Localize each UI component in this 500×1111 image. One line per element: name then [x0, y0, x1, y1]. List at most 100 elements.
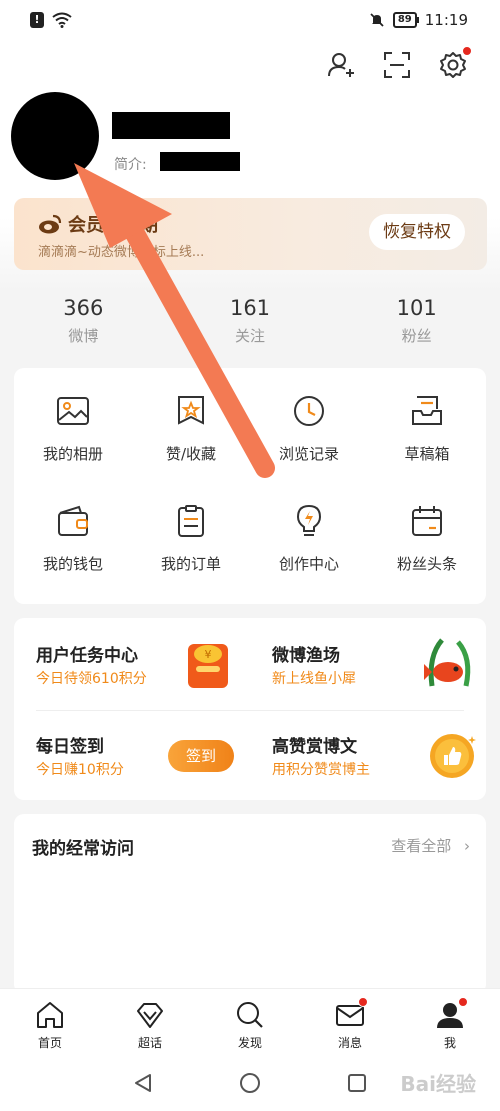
view-all-link[interactable]: 查看全部 ›	[391, 835, 470, 856]
messages-badge	[358, 997, 368, 1007]
nav-home[interactable]: 首页	[0, 989, 100, 1054]
wallet-icon	[58, 505, 88, 536]
task-subtitle: 新上线鱼小犀	[272, 671, 356, 687]
frequent-visits-title: 我的经常访问	[32, 839, 134, 859]
nav-label: 发现	[237, 1036, 262, 1050]
scan-button[interactable]	[382, 50, 412, 80]
view-all-label: 查看全部	[391, 837, 452, 855]
home-icon	[37, 1002, 63, 1028]
grid-item-wallet[interactable]: 我的钱包	[14, 503, 132, 613]
status-left: !	[30, 12, 72, 28]
grid-item-creator[interactable]: 创作中心	[250, 503, 368, 613]
battery-indicator: 89	[392, 12, 419, 28]
stat-fans[interactable]: 101 粉丝	[333, 296, 500, 354]
grid-label: 我的订单	[160, 555, 221, 573]
alert-icon: !	[30, 12, 44, 28]
stat-value: 101	[396, 296, 437, 320]
grid-label: 我的相册	[42, 445, 103, 463]
wifi-icon	[52, 12, 72, 28]
task-title: 用户任务中心	[36, 646, 138, 666]
nav-label: 我	[443, 1036, 456, 1050]
stat-label: 关注	[235, 327, 266, 345]
stat-value: 366	[63, 296, 104, 320]
stat-label: 微博	[68, 327, 99, 345]
grid-item-history[interactable]: 浏览记录	[250, 393, 368, 503]
fish-icon	[424, 638, 471, 687]
favorite-icon	[178, 396, 204, 425]
membership-banner[interactable]: 会员已过期 滴滴滴~动态微博图标上线... 恢复特权	[14, 198, 487, 270]
grid-item-album[interactable]: 我的相册	[14, 393, 132, 503]
home-circle-icon[interactable]	[239, 1072, 261, 1094]
system-nav-bar: Bai经验	[0, 1054, 500, 1111]
nav-me[interactable]: 我	[400, 989, 500, 1054]
stat-label: 粉丝	[401, 327, 432, 345]
grid-item-favorites[interactable]: 赞/收藏	[132, 393, 250, 503]
svg-text:¥: ¥	[205, 648, 212, 661]
discover-icon	[237, 1002, 263, 1028]
bottom-nav: 首页 超话 发现 消息 我	[0, 988, 500, 1054]
add-user-icon	[328, 53, 354, 77]
drafts-icon	[412, 396, 442, 425]
scan-icon	[384, 52, 410, 78]
orders-icon	[178, 505, 204, 537]
grid-label: 浏览记录	[278, 445, 339, 463]
membership-title: 会员已过期	[38, 211, 158, 237]
task-title: 微博渔场	[272, 646, 340, 666]
task-title: 每日签到	[36, 737, 104, 757]
weibo-logo-icon	[39, 214, 62, 234]
grid-label: 我的钱包	[42, 555, 103, 573]
task-subtitle: 今日赚10积分	[36, 762, 124, 778]
me-badge	[458, 997, 468, 1007]
bio-label: 简介:	[114, 157, 147, 173]
super-topic-icon	[137, 1003, 163, 1028]
stat-value: 161	[229, 296, 271, 320]
grid-label: 赞/收藏	[165, 445, 217, 463]
stat-following[interactable]: 161 关注	[167, 296, 334, 354]
grid-label: 创作中心	[278, 555, 339, 573]
nav-discover[interactable]: 发现	[200, 989, 300, 1054]
grid-label: 粉丝头条	[396, 555, 457, 573]
grid-label: 草稿箱	[404, 445, 450, 463]
profile-stats: 366 微博 161 关注 101 粉丝	[0, 296, 500, 354]
add-friend-button[interactable]	[326, 50, 356, 80]
bio-redacted[interactable]	[160, 152, 240, 171]
reward-entry[interactable]: 高赞赏博文 用积分赞赏博主	[250, 710, 486, 800]
tasks-card: 用户任务中心 今日待领610积分 ¥ 微博渔场 新上线鱼小犀 每日签到 今日赚1…	[14, 618, 486, 800]
nav-super-topic[interactable]: 超话	[100, 989, 200, 1054]
fishing-entry[interactable]: 微博渔场 新上线鱼小犀	[250, 618, 486, 708]
restore-privilege-button[interactable]: 恢复特权	[369, 214, 465, 250]
avatar[interactable]	[11, 92, 99, 180]
stat-weibo[interactable]: 366 微博	[0, 296, 167, 354]
nav-label: 首页	[37, 1036, 62, 1050]
membership-title-text: 会员已过期	[68, 215, 158, 236]
task-center-entry[interactable]: 用户任务中心 今日待领610积分 ¥	[14, 618, 250, 708]
feature-grid-card: 我的相册 赞/收藏 浏览记录 草稿箱 我的钱包 我的订单 创作中心 粉丝头条	[14, 368, 486, 604]
membership-subtitle: 滴滴滴~动态微博图标上线...	[38, 245, 205, 260]
grid-item-orders[interactable]: 我的订单	[132, 503, 250, 613]
checkin-entry[interactable]: 每日签到 今日赚10积分 签到	[14, 710, 250, 800]
grid-item-drafts[interactable]: 草稿箱	[368, 393, 486, 503]
chevron-right-icon: ›	[464, 837, 470, 855]
clock: 11:19	[424, 11, 468, 29]
back-icon[interactable]	[132, 1072, 154, 1094]
coin-box-icon: ¥	[188, 644, 228, 688]
checkin-button[interactable]: 签到	[168, 740, 234, 772]
fans-headline-icon	[412, 506, 442, 536]
album-icon	[57, 397, 89, 425]
settings-button[interactable]	[438, 46, 472, 80]
recents-icon[interactable]	[346, 1072, 368, 1094]
feature-grid: 我的相册 赞/收藏 浏览记录 草稿箱 我的钱包 我的订单 创作中心 粉丝头条	[14, 368, 486, 613]
nav-messages[interactable]: 消息	[300, 989, 400, 1054]
header-actions	[326, 46, 472, 80]
thumbs-up-coin-icon	[430, 734, 476, 778]
history-icon	[294, 396, 324, 426]
username-redacted[interactable]	[112, 112, 230, 139]
task-title: 高赞赏博文	[272, 737, 357, 757]
watermark-logo: Bai经验	[400, 1072, 476, 1096]
creator-icon	[296, 504, 322, 536]
settings-badge	[462, 46, 472, 56]
frequent-visits-card: 我的经常访问 查看全部 ›	[14, 814, 486, 994]
nav-label: 消息	[337, 1036, 362, 1050]
task-subtitle: 用积分赞赏博主	[272, 762, 370, 778]
grid-item-fans-headline[interactable]: 粉丝头条	[368, 503, 486, 613]
